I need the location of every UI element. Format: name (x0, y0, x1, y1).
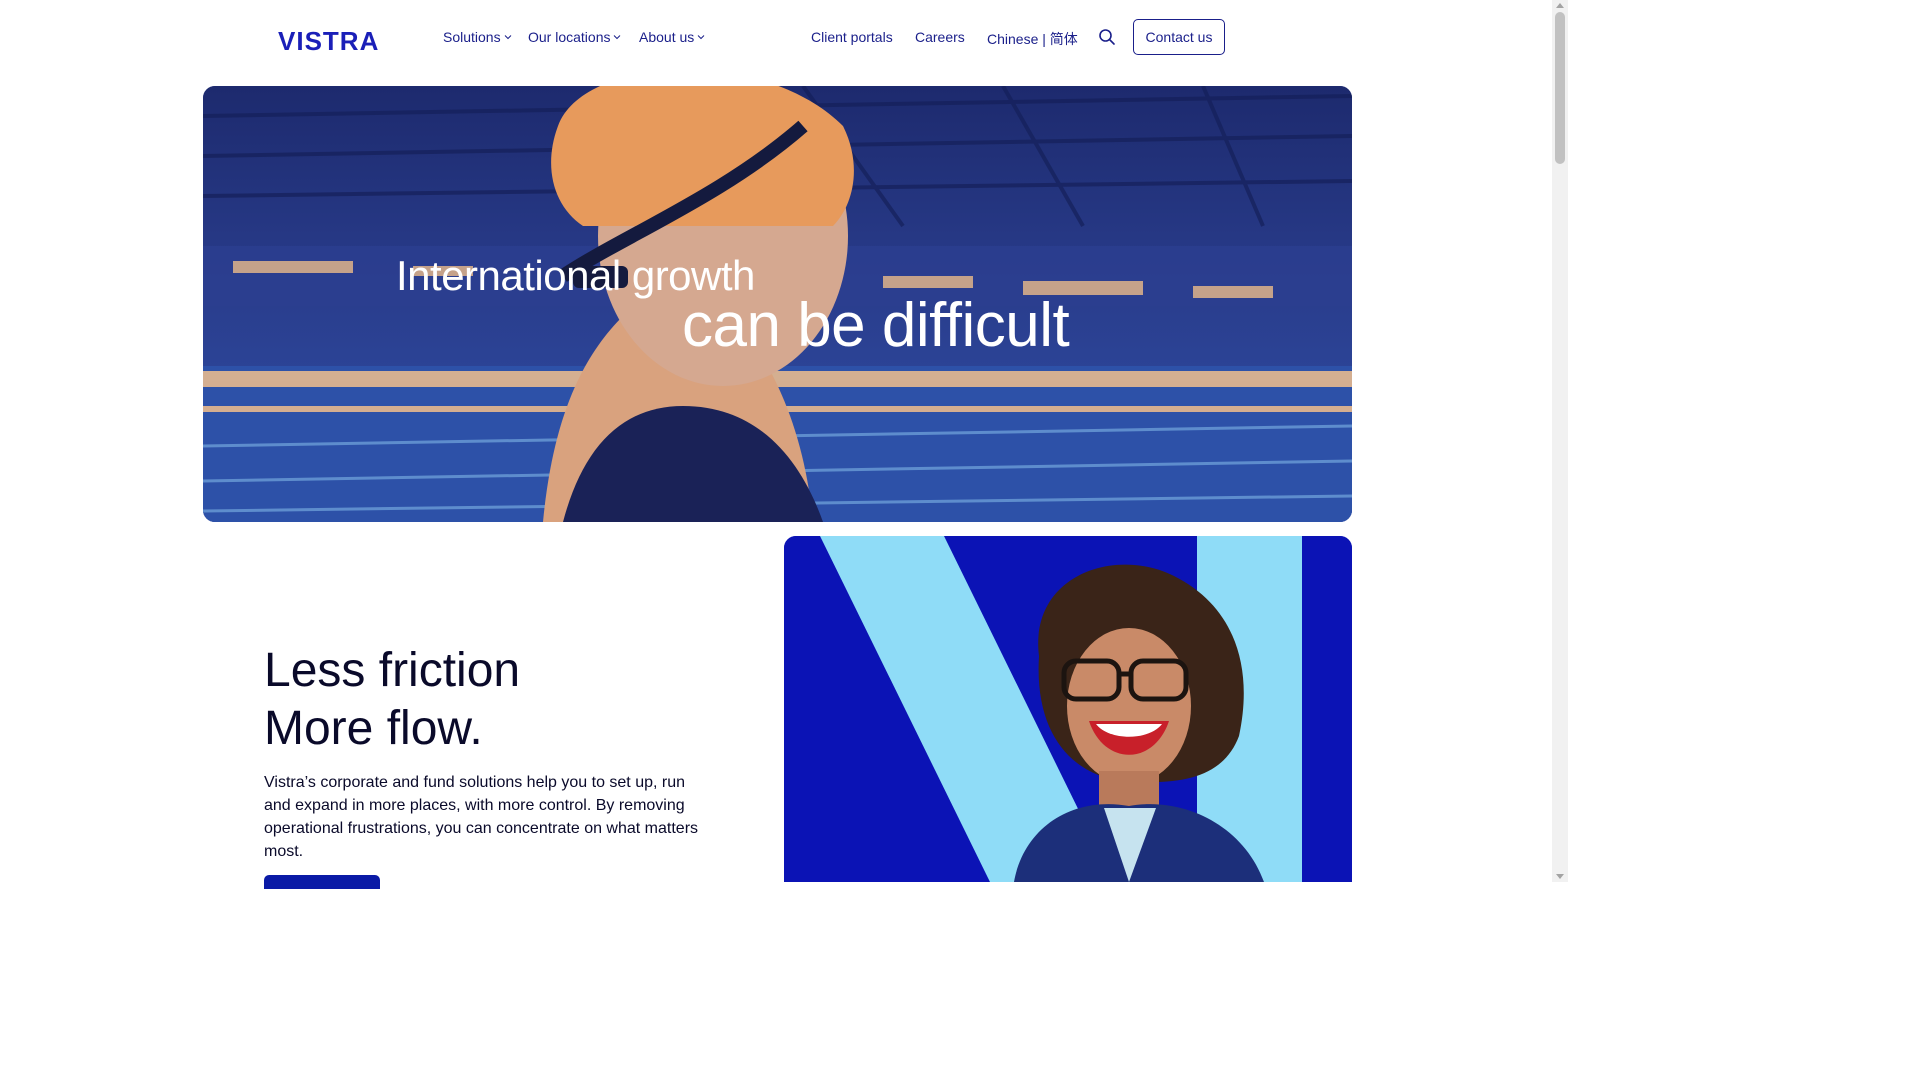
nav-our-locations[interactable]: Our locations (528, 29, 621, 45)
page-scrollbar[interactable] (1552, 0, 1568, 882)
nav-careers[interactable]: Careers (915, 29, 965, 45)
nav-client-portals[interactable]: Client portals (811, 29, 893, 45)
search-icon[interactable] (1098, 28, 1116, 46)
headline-line1: Less friction (264, 644, 521, 697)
promo-portrait-image (784, 536, 1352, 882)
chevron-down-icon (614, 35, 621, 40)
nav-our-locations-label: Our locations (528, 29, 611, 45)
section-headline: Less friction More flow. (264, 642, 520, 758)
scrollbar-thumb[interactable] (1555, 12, 1565, 164)
scroll-down-arrow-icon[interactable] (1556, 874, 1564, 879)
site-header: VISTRA Solutions Our locations About us … (0, 0, 1552, 76)
nav-about-us[interactable]: About us (639, 29, 705, 45)
chevron-down-icon (504, 35, 511, 40)
hero-title-line2: can be difficult (682, 291, 1070, 360)
nav-solutions[interactable]: Solutions (443, 29, 512, 45)
vistra-logo[interactable]: VISTRA (278, 26, 379, 57)
nav-about-us-label: About us (639, 29, 695, 45)
nav-solutions-label: Solutions (443, 29, 501, 45)
hero-banner: International growth can be difficult (203, 86, 1352, 522)
chevron-down-icon (697, 35, 705, 40)
portrait-illustration (784, 536, 1352, 882)
nav-language-chinese[interactable]: Chinese | 简体 (987, 29, 1078, 49)
scroll-up-arrow-icon[interactable] (1556, 3, 1564, 8)
contact-us-button[interactable]: Contact us (1133, 19, 1225, 55)
headline-line2: More flow. (264, 702, 483, 755)
intro-body-text: Vistra’s corporate and fund solutions he… (264, 774, 699, 860)
cta-button[interactable] (264, 875, 380, 889)
